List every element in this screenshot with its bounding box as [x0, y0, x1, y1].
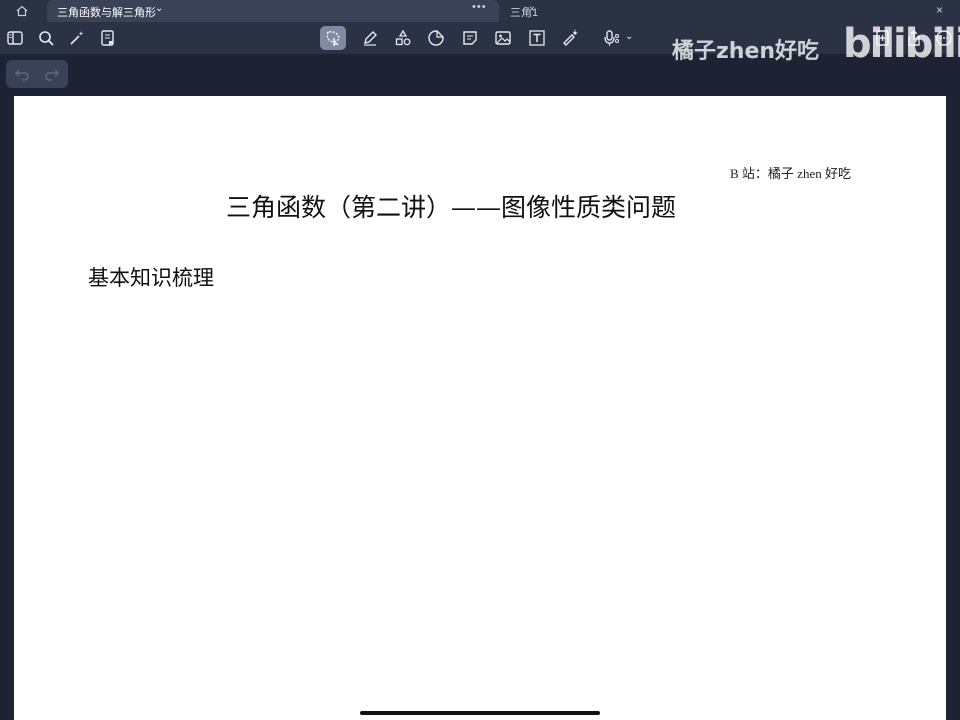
home-icon[interactable]: [12, 3, 32, 19]
section-heading: 基本知识梳理: [88, 266, 214, 290]
tab-active-title: 三角函数与解三角形: [57, 7, 156, 19]
magic-wand-icon[interactable]: [66, 28, 88, 48]
tab-inactive-title: 三角1: [510, 7, 539, 19]
tab-inactive[interactable]: 三角1 ×: [500, 0, 960, 22]
tab-active[interactable]: 三角函数与解三角形 ⌄ ••• ×: [47, 0, 535, 22]
image-icon[interactable]: [492, 28, 514, 48]
sidebar-icon[interactable]: [4, 28, 26, 48]
undo-icon[interactable]: [12, 64, 32, 84]
page-title: 三角函数（第二讲）——图像性质类问题: [226, 193, 677, 222]
redo-icon[interactable]: [42, 64, 62, 84]
shapes-icon[interactable]: [392, 28, 414, 48]
laser-pointer-icon[interactable]: [559, 28, 581, 48]
document-bookmark-icon[interactable]: [97, 28, 119, 48]
microphone-icon[interactable]: [600, 28, 622, 48]
pen-icon[interactable]: [359, 28, 381, 48]
watermark-text: 橘子zhen好吃: [672, 39, 820, 64]
lasso-icon[interactable]: [320, 26, 346, 50]
page-credit: B 站：橘子 zhen 好吃: [730, 166, 851, 181]
sticky-note-icon[interactable]: [459, 28, 481, 48]
sticker-icon[interactable]: [425, 28, 447, 48]
bilibili-logo: bilibili: [843, 21, 960, 67]
tab-more-dots[interactable]: •••: [472, 1, 487, 13]
undo-redo-group: [6, 60, 68, 88]
text-box-icon[interactable]: [526, 28, 548, 48]
home-indicator[interactable]: [360, 711, 600, 715]
search-icon[interactable]: [35, 28, 57, 48]
chevron-down-icon[interactable]: ⌄: [155, 3, 163, 14]
close-icon[interactable]: ×: [936, 3, 943, 17]
tab-bar: 三角函数与解三角形 ⌄ ••• × 三角1 ×: [0, 0, 960, 22]
chevron-down-icon[interactable]: ⌄: [625, 31, 633, 42]
note-page[interactable]: B 站：橘子 zhen 好吃 三角函数（第二讲）——图像性质类问题 基本知识梳理: [14, 96, 946, 720]
